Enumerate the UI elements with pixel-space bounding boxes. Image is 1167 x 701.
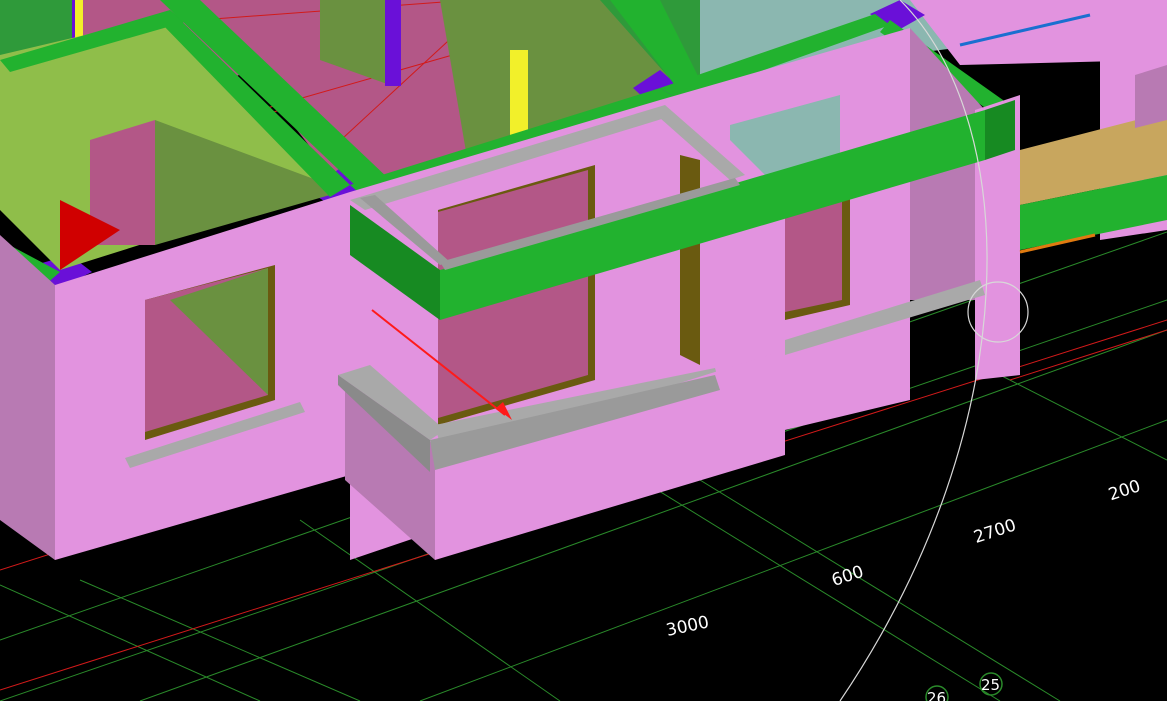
right-extension (1019, 65, 1167, 254)
dimension-label: 600 (829, 562, 866, 591)
dimension-label: 200 (1106, 476, 1143, 505)
cad-3d-viewport[interactable]: 3000 600 2700 200 25 26 (0, 0, 1167, 701)
axis-bubble: 26 (925, 685, 949, 701)
dimension-label: 3000 (664, 612, 710, 641)
dimension-label: 2700 (971, 515, 1018, 547)
axis-bubble: 25 (979, 672, 1003, 696)
axis-label: 25 (981, 676, 1000, 694)
axis-label: 26 (927, 689, 946, 701)
